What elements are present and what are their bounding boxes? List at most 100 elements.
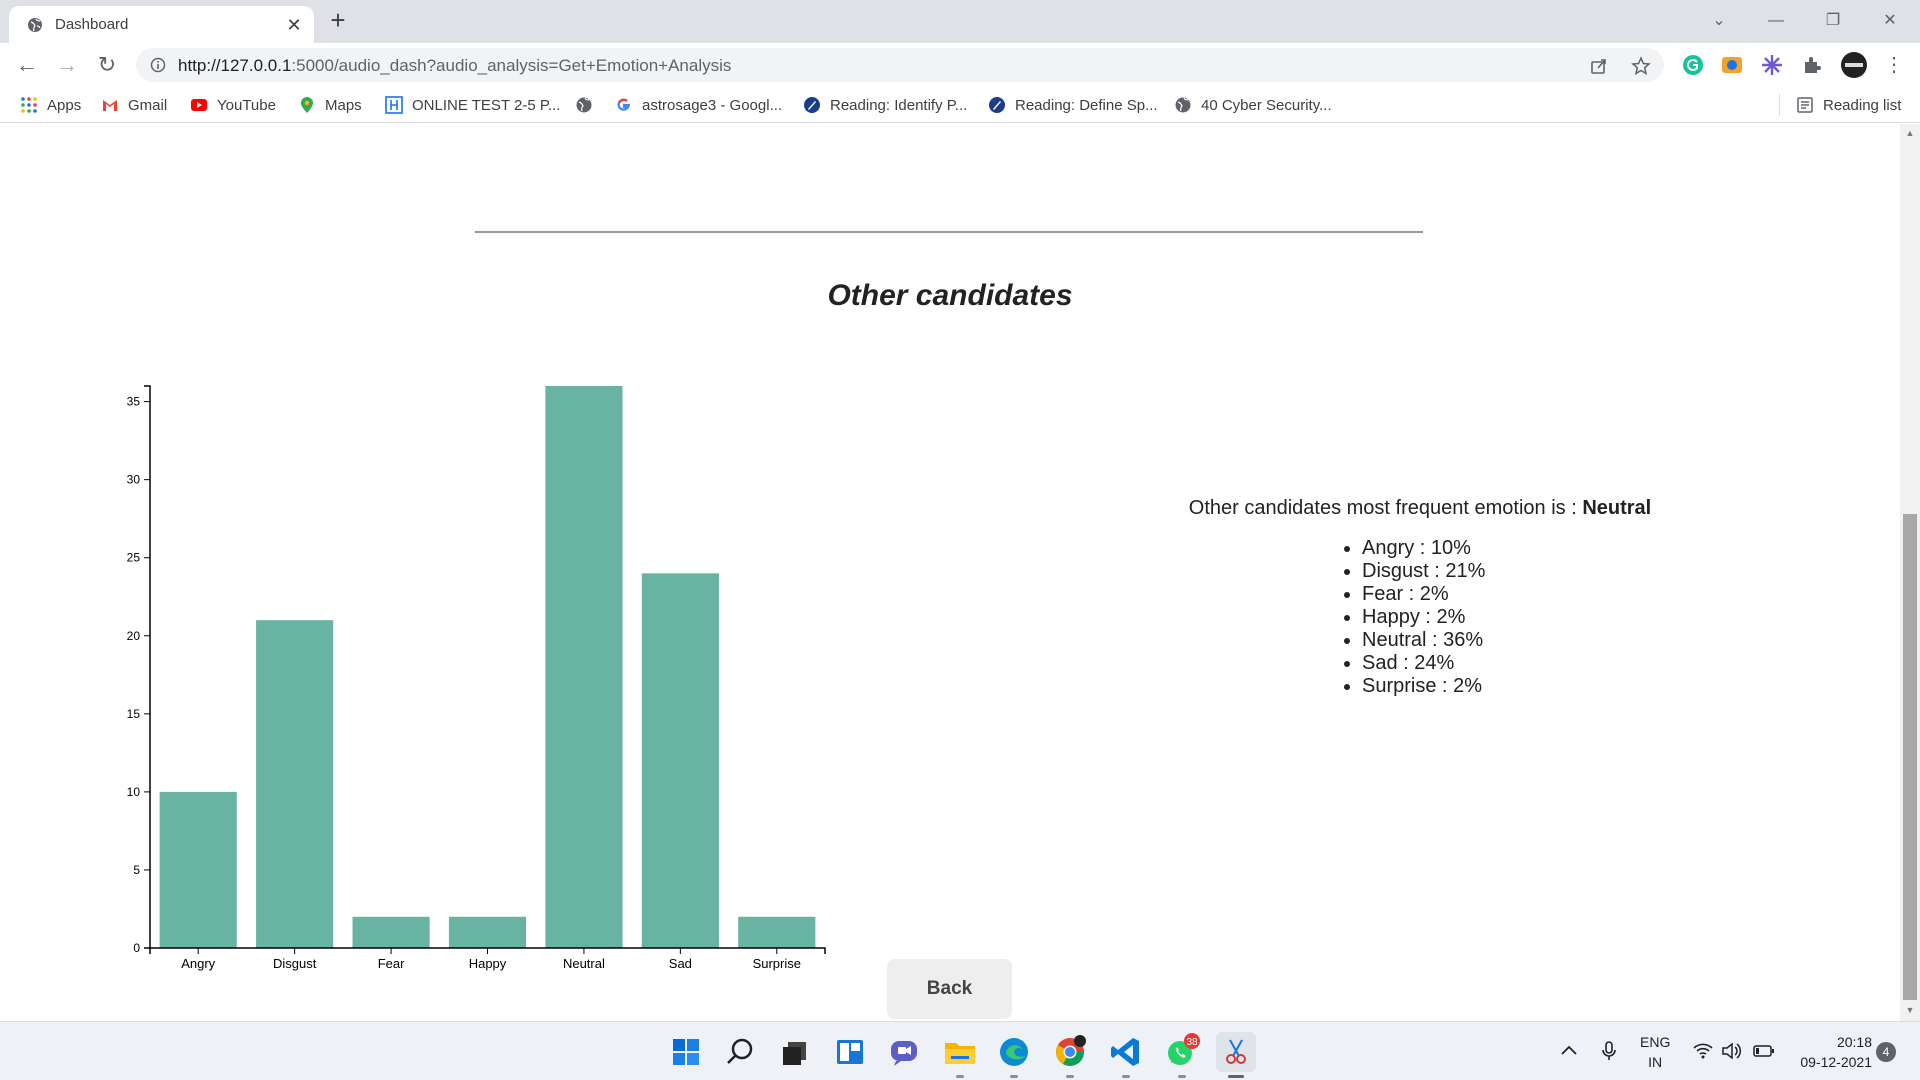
bookmark-reading-identify[interactable]: Reading: Identify P... (803, 94, 967, 116)
y-tick-label: 5 (133, 863, 140, 877)
snipping-tool-icon[interactable] (1216, 1032, 1256, 1072)
list-item: Neutral : 36% (1362, 629, 1680, 652)
page-scrollbar[interactable]: ▲ ▼ (1900, 124, 1920, 1021)
close-tab-icon[interactable]: ✕ (283, 14, 305, 36)
bookmark-maps[interactable]: Maps (298, 94, 362, 116)
windows-start-icon[interactable] (666, 1032, 706, 1072)
system-clock[interactable]: 20:18 09-12-2021 (1790, 1032, 1872, 1072)
url-text[interactable]: http://127.0.0.1:5000/audio_dash?audio_a… (178, 56, 731, 76)
bar-surprise (738, 916, 816, 948)
tab-dashboard[interactable]: Dashboard ✕ (9, 6, 314, 43)
forward-arrow-icon[interactable]: → (51, 49, 83, 81)
reload-icon[interactable]: ↻ (91, 49, 123, 81)
bookmark-youtube[interactable]: YouTube (190, 94, 276, 116)
bookmark-apps[interactable]: Apps (20, 94, 81, 116)
whatsapp-badge: 38 (1186, 1037, 1198, 1048)
rocket-icon (989, 97, 1005, 113)
bookmark-star-icon[interactable] (1630, 55, 1652, 77)
share-icon[interactable] (1588, 55, 1610, 77)
bookmark-label: 40 Cyber Security... (1201, 96, 1332, 114)
input-language[interactable]: ENG IN (1640, 1032, 1670, 1072)
bookmark-label: Reading: Identify P... (830, 96, 968, 114)
vscode-icon[interactable] (1106, 1032, 1146, 1072)
bookmarks-bar: Apps Gmail YouTube Maps ONLINE TEST 2-5 … (0, 87, 1920, 123)
microphone-icon[interactable] (1598, 1039, 1620, 1063)
notification-count-badge[interactable]: 4 (1876, 1042, 1896, 1062)
page-content: Other candidates 0 5 10 15 20 25 30 35 Angry Disg… (0, 124, 1900, 1021)
wifi-icon[interactable] (1692, 1041, 1714, 1061)
bar-happy (448, 916, 527, 948)
hackerrank-icon (385, 96, 403, 114)
tab-strip: Dashboard ✕ + ⌄ — ❐ ✕ (0, 0, 1920, 43)
emotion-percentage-list: Angry : 10% Disgust : 21% Fear : 2% Happ… (1362, 537, 1680, 698)
file-explorer-icon[interactable] (940, 1032, 980, 1072)
gmail-icon (103, 100, 117, 111)
tab-search-icon[interactable]: ⌄ (1694, 4, 1744, 38)
grammarly-icon[interactable] (1681, 53, 1705, 77)
teams-chat-icon[interactable] (884, 1032, 924, 1072)
task-view-icon[interactable] (774, 1032, 814, 1072)
list-item: Fear : 2% (1362, 583, 1680, 606)
globe-icon (576, 97, 592, 113)
bookmark-label: Gmail (128, 96, 168, 114)
url-host: http://127.0.0.1 (178, 56, 292, 75)
bar-fear (352, 916, 430, 948)
scroll-up-arrow-icon[interactable]: ▲ (1900, 128, 1920, 142)
url-path: :5000/audio_dash?audio_analysis=Get+Emot… (291, 56, 732, 75)
y-axis-line (144, 385, 151, 949)
chrome-icon[interactable] (1050, 1032, 1090, 1072)
list-item: Disgust : 21% (1362, 560, 1680, 583)
reading-list-icon (1797, 97, 1813, 113)
running-indicator (956, 1075, 964, 1078)
tab-title: Dashboard (55, 16, 129, 33)
horizontal-divider (475, 231, 1423, 233)
scroll-down-arrow-icon[interactable]: ▼ (1900, 1005, 1920, 1019)
reading-list-button[interactable]: Reading list (1779, 94, 1901, 116)
address-bar[interactable]: http://127.0.0.1:5000/audio_dash?audio_a… (136, 48, 1664, 82)
x-tick-label: Neutral (563, 956, 605, 971)
clock-date: 09-12-2021 (1800, 1054, 1872, 1070)
volume-icon[interactable] (1720, 1041, 1742, 1061)
bookmark-globe[interactable] (575, 94, 602, 116)
restore-icon[interactable]: ❐ (1808, 4, 1858, 38)
bookmark-cyber-security[interactable]: 40 Cyber Security... (1174, 94, 1332, 116)
bookmark-astrosage[interactable]: astrosage3 - Googl... (615, 94, 782, 116)
minimize-icon[interactable]: — (1751, 4, 1801, 38)
search-icon[interactable] (720, 1032, 760, 1072)
x-tick-label: Disgust (273, 956, 317, 971)
widgets-icon[interactable] (830, 1032, 870, 1072)
x-tick-label: Surprise (753, 956, 801, 971)
close-window-icon[interactable]: ✕ (1865, 4, 1915, 38)
new-tab-button[interactable]: + (324, 7, 352, 35)
list-item: Surprise : 2% (1362, 675, 1680, 698)
extension-snowflake-icon[interactable] (1760, 53, 1784, 77)
edge-icon[interactable] (994, 1032, 1034, 1072)
active-indicator (1228, 1075, 1244, 1078)
bookmark-label: Maps (325, 96, 362, 114)
whatsapp-icon[interactable]: 38 (1162, 1032, 1202, 1072)
extensions-puzzle-icon[interactable] (1800, 53, 1824, 77)
list-item: Happy : 2% (1362, 606, 1680, 629)
back-button[interactable]: Back (887, 959, 1012, 1019)
back-arrow-icon[interactable]: ← (11, 49, 43, 81)
y-tick-label: 30 (127, 473, 141, 487)
bar-neutral (545, 386, 623, 948)
most-frequent-emotion: Neutral (1582, 497, 1652, 519)
bar-sad (641, 573, 719, 948)
clock-time: 20:18 (1836, 1034, 1872, 1050)
menu-kebab-icon[interactable]: ⋮ (1878, 49, 1910, 81)
x-tick-label: Sad (669, 956, 692, 971)
chevron-up-icon[interactable] (1558, 1040, 1580, 1062)
list-item: Angry : 10% (1362, 537, 1680, 560)
bookmark-gmail[interactable]: Gmail (101, 94, 167, 116)
battery-icon[interactable] (1752, 1043, 1776, 1059)
extension-eye-icon[interactable] (1720, 53, 1744, 77)
bookmark-reading-define[interactable]: Reading: Define Sp... (988, 94, 1158, 116)
list-item: Sad : 24% (1362, 652, 1680, 675)
section-title: Other candidates (827, 279, 1073, 312)
bookmark-online-test[interactable]: ONLINE TEST 2-5 P... (385, 94, 560, 116)
scrollbar-thumb[interactable] (1903, 514, 1917, 1000)
bookmark-label: astrosage3 - Googl... (642, 96, 783, 114)
info-icon[interactable] (150, 57, 166, 73)
profile-avatar[interactable] (1840, 51, 1868, 79)
